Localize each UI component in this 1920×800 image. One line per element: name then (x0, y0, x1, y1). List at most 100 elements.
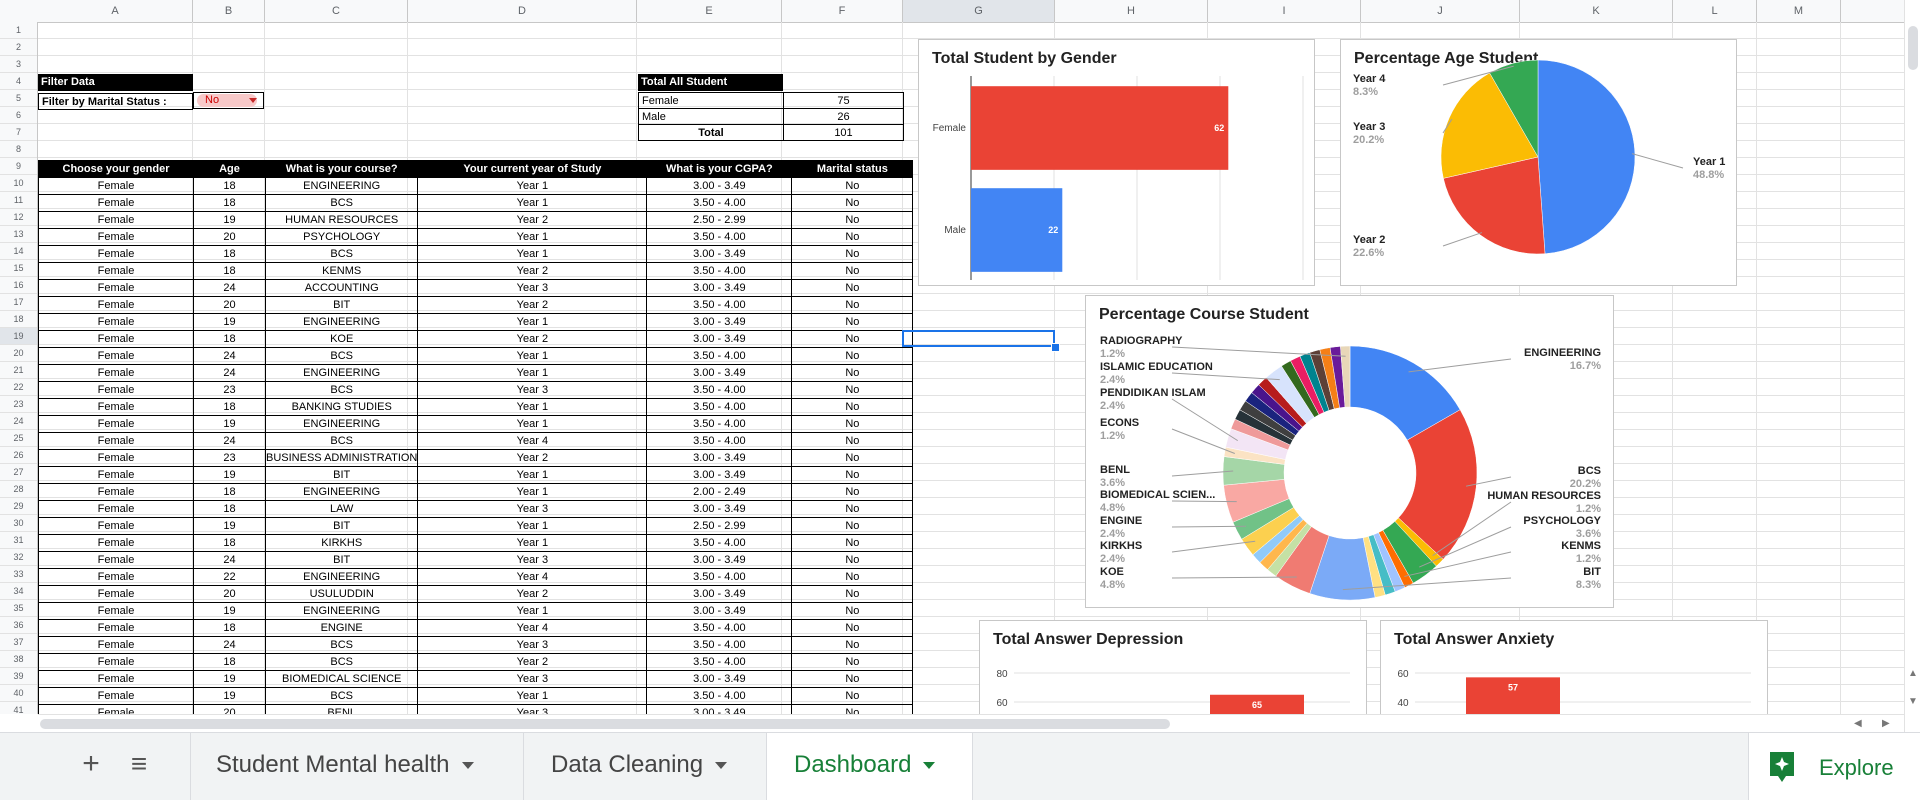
table-cell[interactable]: BIT (264, 296, 419, 314)
table-cell[interactable]: Female (38, 245, 194, 263)
table-header-cell[interactable]: Choose your gender (38, 160, 194, 178)
table-header-cell[interactable]: What is your CGPA? (646, 160, 793, 178)
row-header-40[interactable]: 40 (0, 685, 37, 702)
table-cell[interactable]: Year 2 (417, 653, 648, 671)
table-cell[interactable]: Female (38, 279, 194, 297)
table-cell[interactable]: ACCOUNTING (264, 279, 419, 297)
table-cell[interactable]: Year 2 (417, 211, 648, 229)
row-header-27[interactable]: 27 (0, 464, 37, 481)
row-header-7[interactable]: 7 (0, 124, 37, 141)
table-cell[interactable]: Year 1 (417, 398, 648, 416)
row-header-23[interactable]: 23 (0, 396, 37, 413)
table-cell[interactable]: 3.50 - 4.00 (646, 262, 793, 280)
table-cell[interactable]: 24 (193, 347, 266, 365)
table-cell[interactable]: Female (38, 636, 194, 654)
column-header-m[interactable]: M (1757, 0, 1841, 22)
row-header-16[interactable]: 16 (0, 277, 37, 294)
table-cell[interactable]: No (791, 245, 914, 263)
table-header-cell[interactable]: Age (193, 160, 266, 178)
table-cell[interactable]: Female (38, 177, 194, 195)
table-cell[interactable]: HUMAN RESOURCES (264, 211, 419, 229)
table-cell[interactable]: Female (38, 551, 194, 569)
table-cell[interactable]: BIT (264, 466, 419, 484)
table-cell[interactable]: 3.50 - 4.00 (646, 228, 793, 246)
fill-handle[interactable] (1051, 343, 1060, 352)
table-cell[interactable]: No (791, 262, 914, 280)
table-cell[interactable]: 19 (193, 517, 266, 535)
row-header-24[interactable]: 24 (0, 413, 37, 430)
table-cell[interactable]: Year 1 (417, 534, 648, 552)
table-cell[interactable]: Year 1 (417, 602, 648, 620)
table-cell[interactable]: 3.00 - 3.49 (646, 245, 793, 263)
table-cell[interactable]: 2.00 - 2.49 (646, 483, 793, 501)
table-cell[interactable]: No (791, 211, 914, 229)
row-header-26[interactable]: 26 (0, 447, 37, 464)
table-cell[interactable]: Year 2 (417, 296, 648, 314)
table-cell[interactable]: BIT (264, 551, 419, 569)
table-cell[interactable]: 3.00 - 3.49 (646, 585, 793, 603)
table-cell[interactable]: Year 1 (417, 364, 648, 382)
chevron-down-icon[interactable] (715, 762, 728, 770)
table-cell[interactable]: No (791, 551, 914, 569)
table-cell[interactable]: ENGINEERING (264, 568, 419, 586)
row-header-36[interactable]: 36 (0, 617, 37, 634)
table-cell[interactable]: No (791, 364, 914, 382)
table-row[interactable]: Female 19 BIOMEDICAL SCIENCE Year 3 3.00 - 3… (38, 670, 914, 688)
table-cell[interactable]: ENGINEERING (264, 415, 419, 433)
row-header-19[interactable]: 19 (0, 328, 37, 345)
table-cell[interactable]: Female (38, 449, 194, 467)
row-header-41[interactable]: 41 (0, 702, 37, 714)
table-cell[interactable]: No (791, 568, 914, 586)
table-cell[interactable]: No (791, 449, 914, 467)
table-cell[interactable]: Year 3 (417, 636, 648, 654)
table-cell[interactable]: Female (38, 500, 194, 518)
table-cell[interactable]: Female (38, 381, 194, 399)
row-header-13[interactable]: 13 (0, 226, 37, 243)
table-cell[interactable]: Year 3 (417, 279, 648, 297)
table-cell[interactable]: ENGINEERING (264, 364, 419, 382)
table-cell[interactable]: Year 3 (417, 500, 648, 518)
table-row[interactable]: Female 20 PSYCHOLOGY Year 1 3.50 - 4.00 No (38, 228, 914, 246)
chart-age[interactable]: Percentage Age Student Year 1 48.8% Year 2… (1340, 39, 1737, 286)
table-cell[interactable]: 23 (193, 449, 266, 467)
table-cell[interactable]: 3.50 - 4.00 (646, 568, 793, 586)
row-header-38[interactable]: 38 (0, 651, 37, 668)
table-cell[interactable]: No (791, 619, 914, 637)
table-cell[interactable]: 18 (193, 398, 266, 416)
table-cell[interactable]: BIOMEDICAL SCIENCE (264, 670, 419, 688)
table-cell[interactable]: 3.00 - 3.49 (646, 466, 793, 484)
tab-student-mental-health[interactable]: Student Mental health (190, 733, 524, 800)
table-cell[interactable]: ENGINEERING (264, 602, 419, 620)
table-cell[interactable]: 3.00 - 3.49 (646, 364, 793, 382)
table-cell[interactable]: Female (38, 313, 194, 331)
table-cell[interactable]: 3.50 - 4.00 (646, 653, 793, 671)
table-cell[interactable]: USULUDDIN (264, 585, 419, 603)
table-cell[interactable]: ENGINEERING (264, 177, 419, 195)
table-cell[interactable]: 2.50 - 2.99 (646, 211, 793, 229)
chart-gender[interactable]: Total Student by Gender 020406080Female6… (918, 39, 1315, 286)
table-cell[interactable]: 3.50 - 4.00 (646, 432, 793, 450)
column-header-f[interactable]: F (782, 0, 903, 22)
table-row[interactable]: Female 20 BENL Year 3 3.00 - 3.49 No (38, 704, 914, 714)
table-cell[interactable]: 18 (193, 245, 266, 263)
table-cell[interactable]: 3.50 - 4.00 (646, 398, 793, 416)
table-cell[interactable]: Year 2 (417, 330, 648, 348)
table-cell[interactable]: Female (38, 585, 194, 603)
table-cell[interactable]: No (791, 313, 914, 331)
table-cell[interactable]: No (791, 500, 914, 518)
column-header-b[interactable]: B (193, 0, 265, 22)
scroll-right-icon[interactable]: ▶ (1882, 718, 1890, 729)
scroll-left-icon[interactable]: ◀ (1854, 718, 1862, 729)
table-cell[interactable]: BCS (264, 347, 419, 365)
table-cell[interactable]: Year 3 (417, 670, 648, 688)
table-cell[interactable]: No (791, 415, 914, 433)
table-cell[interactable]: 18 (193, 177, 266, 195)
row-header-33[interactable]: 33 (0, 566, 37, 583)
vertical-scrollbar[interactable]: ▲ ▼ (1904, 0, 1920, 732)
table-row[interactable]: Female 18 BCS Year 1 3.50 - 4.00 No (38, 194, 914, 212)
row-header-6[interactable]: 6 (0, 107, 37, 124)
table-header-cell[interactable]: Your current year of Study (417, 160, 648, 178)
all-sheets-menu-icon[interactable]: ≡ (124, 749, 154, 779)
row-header-5[interactable]: 5 (0, 90, 37, 107)
table-cell[interactable]: 3.50 - 4.00 (646, 194, 793, 212)
